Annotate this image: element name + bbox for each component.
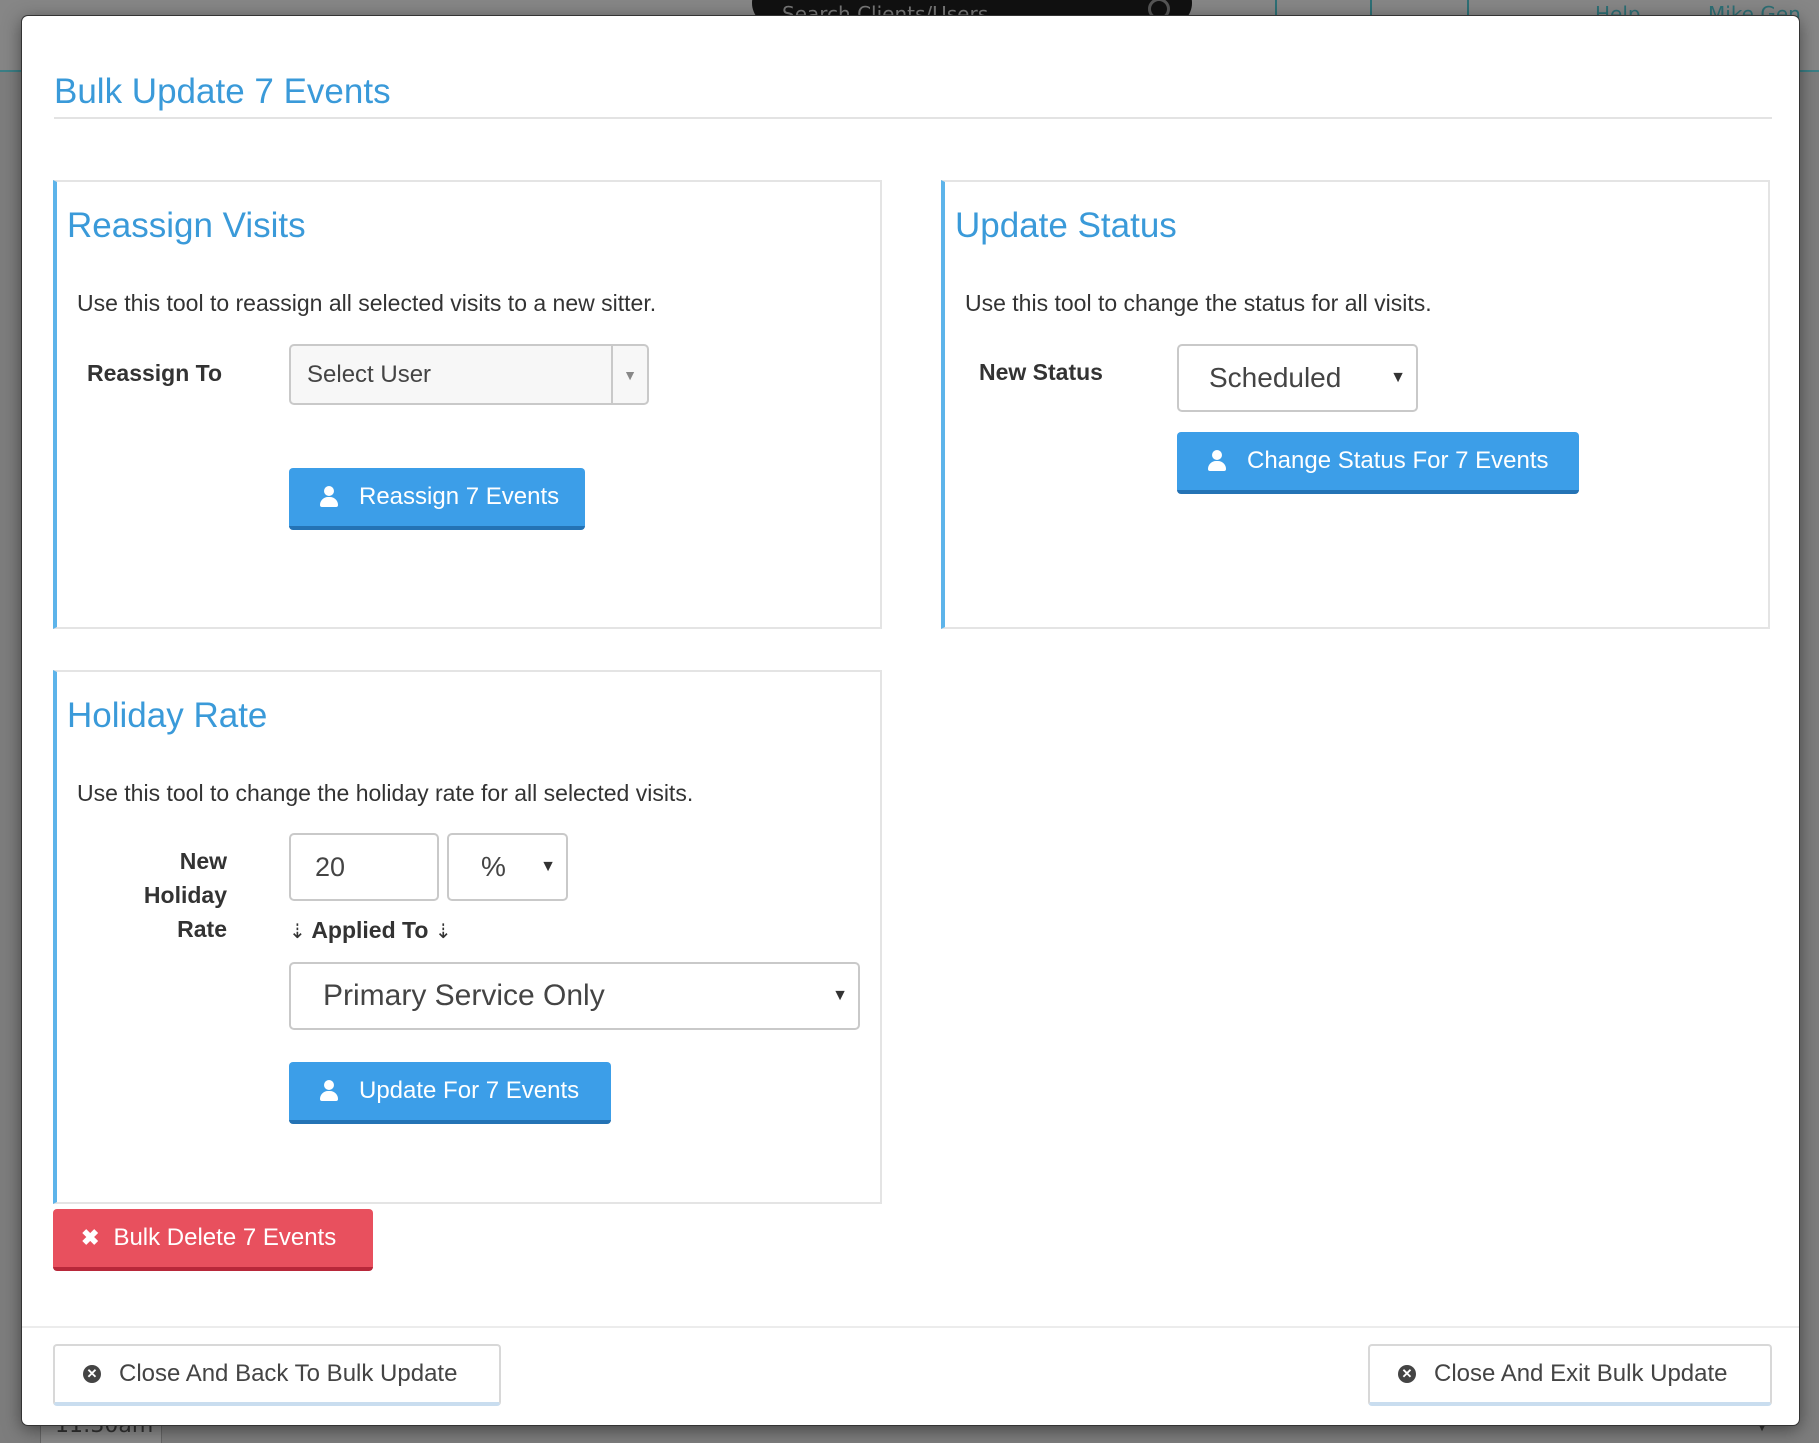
close-icon: ✖ [81, 1225, 100, 1250]
user-icon [319, 1080, 339, 1102]
holiday-description: Use this tool to change the holiday rate… [77, 780, 694, 806]
bulk-delete-button-label: Bulk Delete 7 Events [113, 1224, 337, 1251]
holiday-panel-title: Holiday Rate [67, 696, 268, 735]
close-and-exit-label: Close And Exit Bulk Update [1434, 1360, 1728, 1387]
status-value: Scheduled [1209, 362, 1342, 393]
close-and-back-button[interactable]: ✕ Close And Back To Bulk Update [53, 1344, 501, 1406]
footer-divider [22, 1326, 1799, 1328]
bulk-delete-button[interactable]: ✖ Bulk Delete 7 Events [53, 1209, 373, 1271]
rate-unit-value: % [481, 851, 506, 882]
applied-to-text: Applied To [311, 917, 429, 943]
close-and-back-label: Close And Back To Bulk Update [119, 1360, 458, 1387]
bulk-update-modal: Bulk Update 7 Events Reassign Visits Use… [22, 16, 1799, 1425]
chevron-down-icon: ▼ [832, 987, 848, 1004]
user-icon [319, 486, 339, 508]
arrow-down-icon: ⇣ [434, 921, 452, 943]
modal-title: Bulk Update 7 Events [54, 72, 391, 111]
update-status-panel: Update Status Use this tool to change th… [941, 180, 1770, 629]
update-holiday-button-label: Update For 7 Events [359, 1077, 580, 1104]
close-and-exit-button[interactable]: ✕ Close And Exit Bulk Update [1368, 1344, 1772, 1406]
circle-close-icon: ✕ [1398, 1365, 1416, 1383]
new-holiday-rate-label: New Holiday Rate [107, 844, 227, 946]
status-description: Use this tool to change the status for a… [965, 290, 1432, 316]
circle-close-icon: ✕ [83, 1365, 101, 1383]
holiday-rate-input[interactable] [289, 833, 439, 901]
rate-unit-dropdown[interactable]: % ▼ [447, 833, 568, 901]
applied-to-dropdown[interactable]: Primary Service Only ▼ [289, 962, 860, 1030]
status-panel-title: Update Status [955, 206, 1177, 245]
chevron-down-icon: ▼ [623, 366, 637, 383]
holiday-label-line-3: Rate [177, 916, 227, 942]
change-status-button[interactable]: Change Status For 7 Events [1177, 432, 1579, 494]
applied-to-value: Primary Service Only [323, 979, 605, 1012]
applied-to-label: ⇣ Applied To ⇣ [289, 917, 452, 944]
reassign-events-button[interactable]: Reassign 7 Events [289, 468, 585, 530]
select-user-dropdown[interactable]: Select User ▼ [289, 344, 649, 405]
status-dropdown[interactable]: Scheduled ▼ [1177, 344, 1418, 412]
chevron-down-icon: ▼ [540, 858, 556, 875]
reassign-panel-title: Reassign Visits [67, 206, 306, 245]
holiday-label-line-1: New [179, 848, 227, 874]
reassign-to-label: Reassign To [87, 360, 223, 386]
reassign-visits-panel: Reassign Visits Use this tool to reassig… [53, 180, 882, 629]
holiday-label-line-2: Holiday [143, 882, 227, 908]
user-icon [1207, 450, 1227, 472]
holiday-rate-panel: Holiday Rate Use this tool to change the… [53, 670, 882, 1204]
reassign-description: Use this tool to reassign all selected v… [77, 290, 657, 316]
new-status-label: New Status [979, 359, 1103, 385]
reassign-button-label: Reassign 7 Events [359, 483, 560, 510]
arrow-down-icon: ⇣ [289, 921, 306, 943]
update-holiday-rate-button[interactable]: Update For 7 Events [289, 1062, 611, 1124]
dropdown-divider [611, 346, 613, 403]
title-divider [54, 117, 1772, 119]
select-user-value: Select User [307, 360, 432, 388]
chevron-down-icon: ▼ [1390, 369, 1406, 386]
change-status-button-label: Change Status For 7 Events [1247, 447, 1549, 474]
